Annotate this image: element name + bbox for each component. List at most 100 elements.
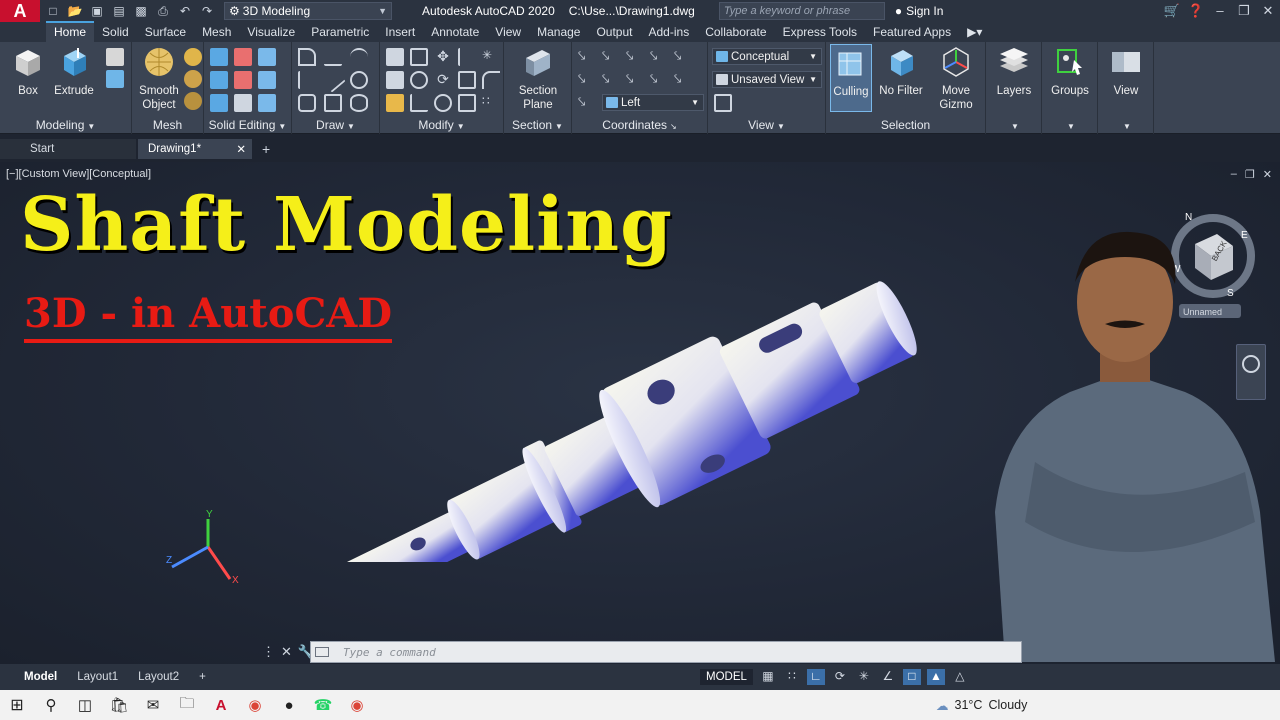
polyline-icon[interactable]: [298, 48, 316, 66]
extrude-button[interactable]: Extrude: [50, 46, 98, 98]
tab-annotate[interactable]: Annotate: [423, 23, 487, 42]
subtract-icon[interactable]: [234, 48, 252, 66]
restore-icon[interactable]: ❐: [1232, 3, 1256, 19]
tab-layout2[interactable]: Layout2: [128, 667, 189, 687]
ellipse-icon[interactable]: [350, 94, 368, 112]
copy-icon[interactable]: [458, 94, 476, 112]
search-icon[interactable]: ⚲: [34, 690, 68, 720]
snap-icon[interactable]: ∷: [783, 669, 801, 685]
file-tab-drawing1[interactable]: Drawing1* ✕: [138, 139, 252, 159]
undo-icon[interactable]: ↶: [176, 3, 194, 19]
whatsapp-icon[interactable]: ☎: [306, 690, 340, 720]
command-history-icon[interactable]: [315, 647, 329, 657]
view-direction-select[interactable]: Left ▼: [602, 94, 704, 111]
draw-panel-title[interactable]: Draw ▼: [292, 118, 379, 132]
visual-style-select[interactable]: Conceptual ▼: [712, 48, 822, 65]
tab-view[interactable]: View: [487, 23, 529, 42]
mesh-refine-icon[interactable]: [184, 70, 202, 88]
new-tab-plus-icon[interactable]: +: [262, 141, 270, 157]
model-space-toggle[interactable]: MODEL: [700, 669, 753, 685]
drawing-viewport[interactable]: [−][Custom View][Conceptual] – ❐ ✕ Shaft…: [0, 162, 1280, 664]
selection-cycling-icon[interactable]: □: [902, 669, 921, 685]
tab-add-ins[interactable]: Add-ins: [641, 23, 698, 42]
workspace-icon[interactable]: △: [951, 669, 969, 685]
modify-panel-title[interactable]: Modify ▼: [380, 118, 503, 132]
section-plane-button[interactable]: Section Plane: [512, 46, 564, 112]
solid-editing-panel-title[interactable]: Solid Editing ▼: [204, 118, 291, 132]
plot-icon[interactable]: ⎙: [154, 3, 172, 19]
tab-featured-apps[interactable]: Featured Apps: [865, 23, 959, 42]
extract-edges-icon[interactable]: [258, 71, 276, 89]
explode-icon[interactable]: ✳: [482, 48, 500, 66]
presspull-icon[interactable]: [106, 70, 124, 88]
spline-icon[interactable]: [324, 48, 342, 66]
ucs-3point-icon[interactable]: ⤥: [674, 71, 692, 89]
store-icon[interactable]: 🛍: [102, 690, 136, 720]
save-as-icon[interactable]: ▤: [110, 3, 128, 19]
tab-manage[interactable]: Manage: [529, 23, 588, 42]
coordinates-panel-title[interactable]: Coordinates ↘: [572, 118, 707, 132]
ucs-z-icon[interactable]: ⤥: [650, 71, 668, 89]
slice-icon[interactable]: [258, 48, 276, 66]
chrome-icon[interactable]: ◉: [238, 690, 272, 720]
box-button[interactable]: Box: [4, 46, 52, 98]
app-icon[interactable]: ●: [272, 690, 306, 720]
minimize-icon[interactable]: –: [1231, 168, 1237, 181]
rectangular-array-icon[interactable]: ∷: [482, 94, 500, 112]
mirror-icon[interactable]: [386, 48, 404, 66]
ucs-object-icon[interactable]: ⤥: [602, 71, 620, 89]
section-panel-title[interactable]: Section ▼: [504, 118, 571, 132]
annotation-scale-icon[interactable]: ▲: [926, 669, 945, 685]
ucs-x-icon[interactable]: ⤥: [650, 48, 668, 66]
web-save-icon[interactable]: ▩: [132, 3, 150, 19]
ucs-origin-icon[interactable]: ⤥: [626, 48, 644, 66]
thicken-icon[interactable]: [234, 94, 252, 112]
mesh-sphere-icon[interactable]: [184, 48, 202, 66]
drag-handle-icon[interactable]: ⋮: [262, 644, 275, 660]
viewport-config-icon[interactable]: [714, 94, 732, 112]
tab-collaborate[interactable]: Collaborate: [697, 23, 774, 42]
view-button[interactable]: View: [1102, 46, 1150, 98]
tab-solid[interactable]: Solid: [94, 23, 137, 42]
sign-in-button[interactable]: ● Sign In: [895, 4, 944, 18]
move-icon[interactable]: ✥: [434, 48, 452, 66]
mesh-panel-title[interactable]: Mesh: [132, 118, 203, 132]
ribbon-options-icon[interactable]: ▶▾: [959, 23, 990, 42]
no-filter-button[interactable]: No Filter: [876, 46, 926, 98]
layers-button[interactable]: Layers: [990, 46, 1038, 98]
polar-icon[interactable]: ⟳: [831, 669, 849, 685]
groups-panel-expander[interactable]: ▼: [1042, 118, 1097, 132]
rotate-icon[interactable]: ⟳: [434, 71, 452, 89]
view-tools-panel-expander[interactable]: ▼: [1098, 118, 1153, 132]
minimize-icon[interactable]: –: [1208, 3, 1232, 19]
task-view-icon[interactable]: ◫: [68, 690, 102, 720]
weather-widget[interactable]: ☁ 31°C Cloudy: [936, 690, 1027, 720]
new-icon[interactable]: □: [44, 3, 62, 19]
move-gizmo-button[interactable]: Move Gizmo: [930, 46, 982, 112]
offset-icon[interactable]: [434, 94, 452, 112]
mesh-crease-icon[interactable]: [184, 92, 202, 110]
groups-button[interactable]: Groups: [1046, 46, 1094, 98]
cart-icon[interactable]: 🛒: [1160, 3, 1184, 19]
rotate-3d-icon[interactable]: [410, 48, 428, 66]
tab-home[interactable]: Home: [46, 21, 95, 42]
tab-parametric[interactable]: Parametric: [303, 23, 377, 42]
selection-panel-title[interactable]: Selection: [826, 118, 985, 132]
separate-icon[interactable]: [258, 94, 276, 112]
ucs-view-icon[interactable]: ⤥: [626, 71, 644, 89]
autocad-taskbar-icon[interactable]: A: [204, 690, 238, 720]
autocad-logo[interactable]: A: [0, 0, 40, 22]
file-tab-start[interactable]: Start: [0, 139, 136, 159]
search-input[interactable]: Type a keyword or phrase: [718, 2, 885, 20]
ucs-y-icon[interactable]: ⤥: [674, 48, 692, 66]
culling-button[interactable]: Culling: [830, 44, 872, 112]
chrome-profile-icon[interactable]: ◉: [340, 690, 374, 720]
interfere-icon[interactable]: [234, 71, 252, 89]
intersect-icon[interactable]: [210, 71, 228, 89]
isodraft-icon[interactable]: ∠: [879, 669, 897, 685]
save-icon[interactable]: ▣: [88, 3, 106, 19]
close-icon[interactable]: ✕: [236, 142, 246, 156]
shaft-model[interactable]: [270, 202, 920, 562]
view-panel-title[interactable]: View ▼: [708, 118, 825, 132]
close-icon[interactable]: ✕: [1256, 3, 1280, 19]
